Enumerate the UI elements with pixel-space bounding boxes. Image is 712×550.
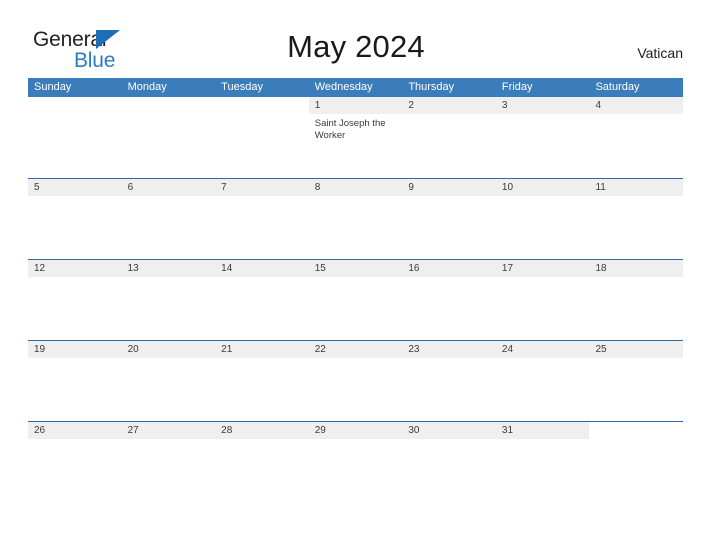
day-number: 21 <box>215 341 309 358</box>
calendar-day-cell[interactable]: 23 <box>402 341 496 421</box>
day-number: 20 <box>121 341 216 358</box>
weekday-header-sunday: Sunday <box>34 81 72 93</box>
weekday-header-thursday: Thursday <box>408 81 455 93</box>
calendar-day-cell[interactable]: 17 <box>495 260 590 340</box>
calendar-day-cell[interactable]: 28 <box>215 422 309 502</box>
calendar-day-cell[interactable]: 20 <box>121 341 216 421</box>
calendar-day-cell[interactable]: 1 Saint Joseph the Worker <box>308 97 403 178</box>
day-number: 24 <box>495 341 590 358</box>
day-number <box>121 97 216 114</box>
calendar-day-cell[interactable]: 29 <box>308 422 403 502</box>
day-number: 22 <box>308 341 403 358</box>
day-number: 13 <box>121 260 216 277</box>
calendar-day-cell[interactable]: 19 <box>28 341 122 421</box>
calendar-day-cell[interactable]: 24 <box>495 341 590 421</box>
calendar-day-cell-empty <box>28 97 122 178</box>
day-number: 27 <box>121 422 216 439</box>
calendar-day-cell[interactable]: 15 <box>308 260 403 340</box>
calendar-day-cell[interactable]: 11 <box>589 179 684 259</box>
day-number: 9 <box>402 179 496 196</box>
calendar-day-cell[interactable]: 31 <box>495 422 590 502</box>
calendar-day-cell[interactable]: 10 <box>495 179 590 259</box>
calendar-day-cell-empty <box>121 97 216 178</box>
day-number: 10 <box>495 179 590 196</box>
day-number: 7 <box>215 179 309 196</box>
weekday-header-row: Sunday Monday Tuesday Wednesday Thursday… <box>28 78 683 97</box>
calendar-day-cell[interactable]: 30 <box>402 422 496 502</box>
event-label: Saint Joseph the Worker <box>314 118 386 141</box>
day-number: 19 <box>28 341 122 358</box>
calendar-day-cell[interactable]: 9 <box>402 179 496 259</box>
day-number: 25 <box>589 341 684 358</box>
calendar-grid: Sunday Monday Tuesday Wednesday Thursday… <box>28 78 684 502</box>
day-number <box>215 97 309 114</box>
day-events: Saint Joseph the Worker <box>309 114 403 142</box>
day-number: 3 <box>495 97 590 114</box>
calendar-day-cell[interactable]: 25 <box>589 341 684 421</box>
page-header: General Blue May 2024 Vatican <box>0 0 712 78</box>
calendar-day-cell[interactable]: 16 <box>402 260 496 340</box>
day-number: 11 <box>589 179 684 196</box>
day-number: 28 <box>215 422 309 439</box>
day-number: 30 <box>402 422 496 439</box>
weekday-header-tuesday: Tuesday <box>221 81 263 93</box>
calendar-day-cell[interactable]: 12 <box>28 260 122 340</box>
day-number: 15 <box>308 260 403 277</box>
calendar-page: General Blue May 2024 Vatican Sunday Mon… <box>0 0 712 550</box>
day-number: 17 <box>495 260 590 277</box>
weekday-header-saturday: Saturday <box>595 81 640 93</box>
day-number <box>28 97 122 114</box>
day-number: 31 <box>495 422 590 439</box>
calendar-day-cell[interactable]: 27 <box>121 422 216 502</box>
calendar-week-row: 1 Saint Joseph the Worker 2 3 4 <box>28 97 684 178</box>
day-number: 23 <box>402 341 496 358</box>
weekday-header-friday: Friday <box>501 81 533 93</box>
day-number: 5 <box>28 179 122 196</box>
day-number: 26 <box>28 422 122 439</box>
weekday-header-wednesday: Wednesday <box>314 81 373 93</box>
day-number: 18 <box>589 260 684 277</box>
calendar-day-cell[interactable]: 4 <box>589 97 684 178</box>
calendar-day-cell[interactable]: 2 <box>402 97 496 178</box>
day-number: 16 <box>402 260 496 277</box>
calendar-day-cell-empty <box>215 97 309 178</box>
calendar-day-cell[interactable]: 7 <box>215 179 309 259</box>
page-title: May 2024 <box>287 29 425 64</box>
day-number: 4 <box>589 97 684 114</box>
day-number: 12 <box>28 260 122 277</box>
calendar-weeks: 1 Saint Joseph the Worker 2 3 4 5 6 7 8 9 10 11 12 13… <box>28 97 684 502</box>
day-number: 6 <box>121 179 216 196</box>
calendar-day-cell[interactable]: 21 <box>215 341 309 421</box>
day-number: 8 <box>308 179 403 196</box>
day-number: 1 <box>308 97 403 114</box>
calendar-week-row: 12 13 14 15 16 17 18 <box>28 259 684 340</box>
calendar-week-row: 19 20 21 22 23 24 25 <box>28 340 684 421</box>
weekday-header-monday: Monday <box>127 81 167 93</box>
calendar-week-row: 5 6 7 8 9 10 11 <box>28 178 684 259</box>
day-number: 29 <box>308 422 403 439</box>
day-number: 2 <box>402 97 496 114</box>
region-label: Vatican <box>637 45 683 61</box>
calendar-day-cell[interactable]: 26 <box>28 422 122 502</box>
calendar-week-row: 26 27 28 29 30 31 <box>28 421 684 502</box>
calendar-day-cell[interactable]: 22 <box>308 341 403 421</box>
calendar-day-cell[interactable]: 18 <box>589 260 684 340</box>
calendar-day-cell[interactable]: 13 <box>121 260 216 340</box>
calendar-day-cell[interactable]: 6 <box>121 179 216 259</box>
calendar-day-cell[interactable]: 8 <box>308 179 403 259</box>
calendar-day-cell-empty <box>589 422 684 502</box>
calendar-day-cell[interactable]: 3 <box>495 97 590 178</box>
day-number: 14 <box>215 260 309 277</box>
calendar-day-cell[interactable]: 5 <box>28 179 122 259</box>
day-number <box>589 422 684 439</box>
calendar-day-cell[interactable]: 14 <box>215 260 309 340</box>
